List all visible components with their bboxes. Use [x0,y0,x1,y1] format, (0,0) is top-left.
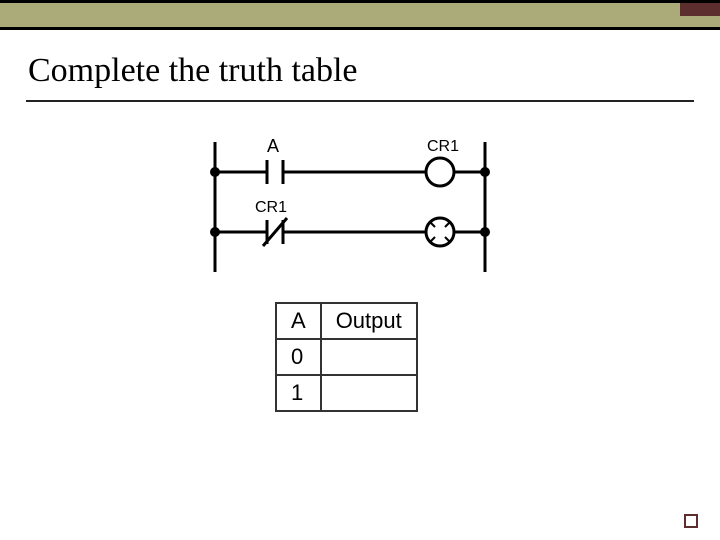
accent-block [680,3,720,16]
contact-a-label: A [267,136,279,156]
cell-out-0 [321,339,417,375]
title-underline [26,100,694,102]
header-a: A [276,303,321,339]
contact-cr1-label: CR1 [255,199,287,216]
cell-a-0: 0 [276,339,321,375]
page-title: Complete the truth table [0,30,720,94]
table-row: 1 [276,375,417,411]
cell-out-1 [321,375,417,411]
coil-cr1-label: CR1 [427,138,459,155]
cell-a-1: 1 [276,375,321,411]
coil-cr1-icon [426,158,454,186]
table-row: 0 [276,339,417,375]
header-output: Output [321,303,417,339]
title-bar [0,0,720,30]
table-header-row: A Output [276,303,417,339]
footer-square-icon [684,514,698,528]
truth-table: A Output 0 1 [275,302,418,412]
ladder-diagram: A CR1 CR1 [205,132,505,282]
